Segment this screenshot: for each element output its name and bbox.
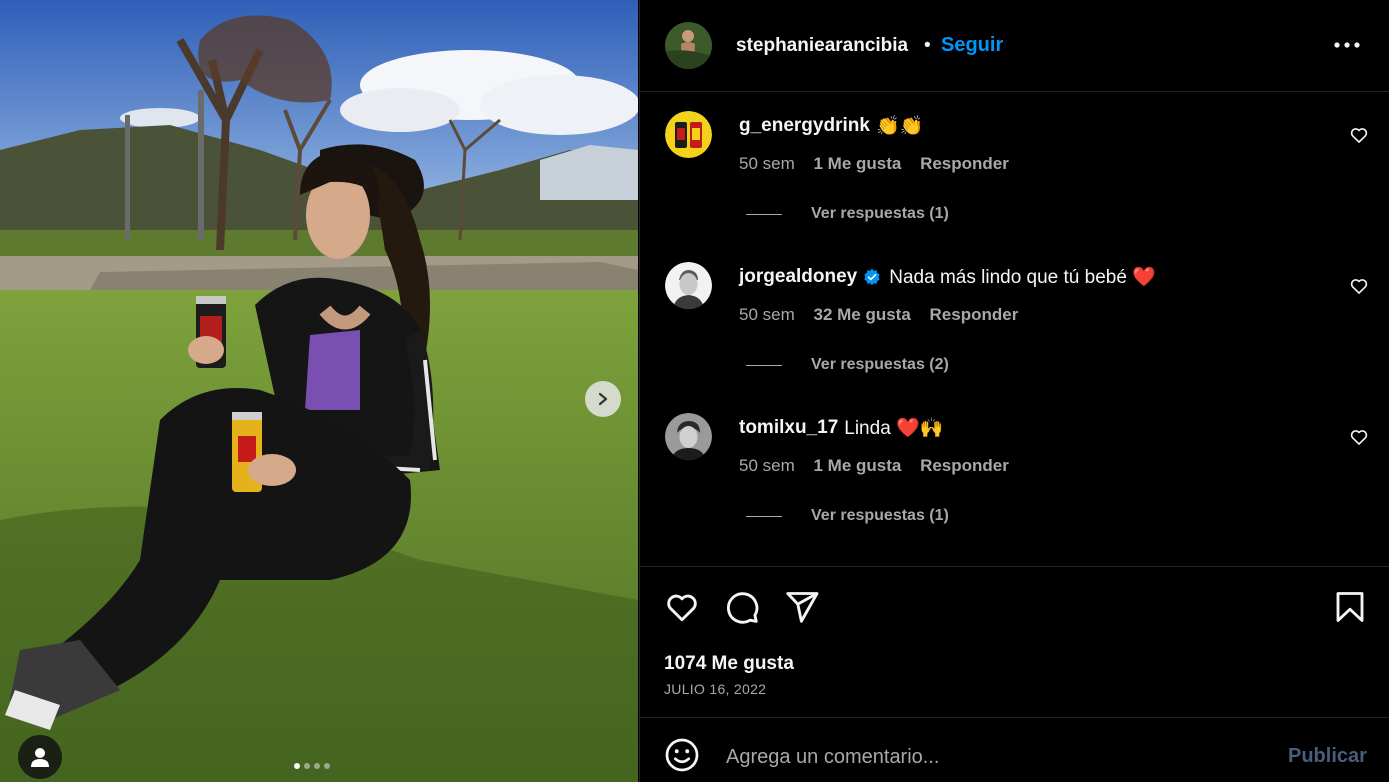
carousel-dot <box>304 763 310 769</box>
view-replies-label: Ver respuestas (2) <box>811 356 949 373</box>
comment-time[interactable]: 50 sem <box>739 456 795 475</box>
post-actions: 1074 Me gusta JULIO 16, 2022 <box>640 566 1389 718</box>
heart-icon[interactable] <box>1349 427 1369 447</box>
author-avatar[interactable] <box>665 22 712 69</box>
comment-username[interactable]: tomilxu_17 <box>739 417 838 439</box>
tomilxu-avatar-image <box>665 413 712 460</box>
follow-button[interactable]: Seguir <box>941 34 1003 57</box>
publish-button[interactable]: Publicar <box>1288 745 1367 768</box>
comment-likes[interactable]: 1 Me gusta <box>813 456 901 475</box>
view-replies-label: Ver respuestas (1) <box>811 205 949 222</box>
comment-text: Linda ❤️🙌 <box>844 418 944 439</box>
view-replies-label: Ver respuestas (1) <box>811 507 949 524</box>
chevron-right-icon <box>598 392 608 406</box>
view-replies-button[interactable]: Ver respuestas (1) <box>746 205 949 223</box>
add-comment-bar: Publicar <box>640 717 1389 782</box>
bookmark-icon[interactable] <box>1332 589 1368 625</box>
commenter-avatar[interactable] <box>665 111 712 158</box>
user-icon <box>31 748 49 767</box>
replies-divider <box>746 213 782 215</box>
comment-text: 👏👏 <box>875 116 924 137</box>
likes-count[interactable]: 1074 Me gusta <box>664 653 794 675</box>
jorgealdoney-avatar-image <box>665 262 712 309</box>
more-options-button[interactable] <box>1330 30 1364 60</box>
comment-likes[interactable]: 32 Me gusta <box>813 305 910 324</box>
more-horizontal-icon <box>1334 42 1360 48</box>
carousel-dot <box>314 763 320 769</box>
tagged-users-button[interactable] <box>18 735 62 779</box>
carousel-dot <box>324 763 330 769</box>
commenter-avatar[interactable] <box>665 413 712 460</box>
share-send-icon[interactable] <box>784 589 820 625</box>
g-energydrink-avatar-image <box>665 111 712 158</box>
post-header: stephaniearancibia • Seguir <box>640 0 1389 92</box>
comment-time[interactable]: 50 sem <box>739 305 795 324</box>
post-date[interactable]: JULIO 16, 2022 <box>664 681 766 697</box>
comment-item: jorgealdoney Nada más lindo que tú bebé … <box>640 262 1389 412</box>
carousel-indicator <box>294 763 330 769</box>
carousel-dot <box>294 763 300 769</box>
reply-button[interactable]: Responder <box>920 154 1009 173</box>
comment-bubble-icon[interactable] <box>724 589 760 625</box>
comment-likes[interactable]: 1 Me gusta <box>813 154 901 173</box>
verified-badge-icon <box>864 268 880 286</box>
post-photo <box>0 0 638 782</box>
replies-divider <box>746 364 782 366</box>
author-avatar-image <box>665 22 712 69</box>
view-replies-button[interactable]: Ver respuestas (1) <box>746 507 949 525</box>
commenter-avatar[interactable] <box>665 262 712 309</box>
like-heart-icon[interactable] <box>664 589 700 625</box>
view-replies-button[interactable]: Ver respuestas (2) <box>746 356 949 374</box>
separator-dot: • <box>924 35 931 56</box>
emoji-icon[interactable] <box>664 737 700 773</box>
comment-input[interactable] <box>724 743 1248 771</box>
heart-icon[interactable] <box>1349 276 1369 296</box>
comment-item: g_energydrink 👏👏 50 sem 1 Me gusta Respo… <box>640 111 1389 261</box>
replies-divider <box>746 515 782 517</box>
comment-text: Nada más lindo que tú bebé ❤️ <box>889 267 1156 288</box>
comment-item: tomilxu_17 Linda ❤️🙌 50 sem 1 Me gusta R… <box>640 413 1389 563</box>
heart-icon[interactable] <box>1349 125 1369 145</box>
reply-button[interactable]: Responder <box>930 305 1019 324</box>
reply-button[interactable]: Responder <box>920 456 1009 475</box>
next-image-button[interactable] <box>585 381 621 417</box>
comment-username[interactable]: g_energydrink <box>739 115 870 137</box>
comment-time[interactable]: 50 sem <box>739 154 795 173</box>
post-image <box>0 0 638 782</box>
author-username[interactable]: stephaniearancibia <box>736 35 908 57</box>
post-sidebar: stephaniearancibia • Seguir g_energydrin… <box>639 0 1389 782</box>
comment-username[interactable]: jorgealdoney <box>739 266 857 288</box>
